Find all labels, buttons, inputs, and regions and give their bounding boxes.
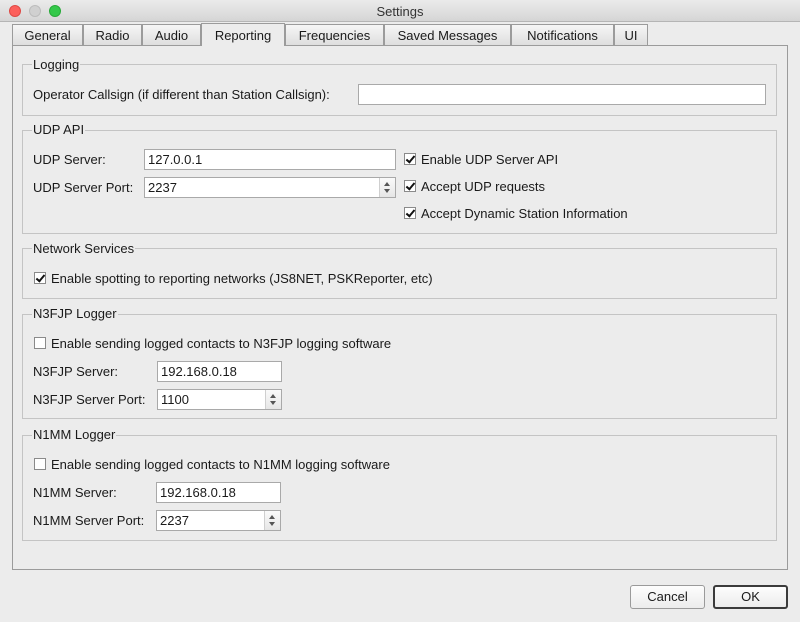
checkmark-icon [35,272,46,283]
n3fjp-server-port-spinbox[interactable]: 1100 [157,389,282,410]
enable-n1mm-label[interactable]: Enable sending logged contacts to N1MM l… [51,457,390,472]
window-title: Settings [376,4,424,19]
n3fjp-server-port-value: 1100 [161,392,189,407]
enable-udp-server-label[interactable]: Enable UDP Server API [421,152,558,167]
accept-dynamic-station-checkbox[interactable] [404,207,416,219]
n1mm-server-input[interactable]: 192.168.0.18 [156,482,281,503]
n3fjp-server-input[interactable]: 192.168.0.18 [157,361,282,382]
title-bar: Settings [0,0,800,22]
n1mm-server-port-spinbox[interactable]: 2237 [156,510,281,531]
spin-up-icon [270,394,276,398]
n1mm-logger-group-title: N1MM Logger [32,427,117,442]
tab-radio[interactable]: Radio [83,24,142,45]
spin-down-icon [270,401,276,405]
enable-spotting-label[interactable]: Enable spotting to reporting networks (J… [51,271,433,286]
n1mm-server-label: N1MM Server: [33,485,117,500]
tab-notifications[interactable]: Notifications [511,24,614,45]
tab-frequencies[interactable]: Frequencies [285,24,384,45]
tab-ui[interactable]: UI [614,24,648,45]
udp-server-input[interactable]: 127.0.0.1 [144,149,396,170]
checkmark-icon [405,180,416,191]
enable-n3fjp-checkbox[interactable] [34,337,46,349]
checkmark-icon [405,207,416,218]
tab-general[interactable]: General [12,24,83,45]
logging-group-title: Logging [32,57,81,72]
enable-udp-server-checkbox[interactable] [404,153,416,165]
n1mm-server-port-value: 2237 [160,513,189,528]
accept-udp-requests-checkbox[interactable] [404,180,416,192]
n1mm-server-port-label: N1MM Server Port: [33,513,145,528]
spin-down-icon [269,522,275,526]
n3fjp-server-label: N3FJP Server: [33,364,119,379]
tab-saved-messages[interactable]: Saved Messages [384,24,511,45]
spin-up-icon [269,515,275,519]
udp-server-label: UDP Server: [33,152,106,167]
cancel-button[interactable]: Cancel [630,585,705,609]
operator-callsign-label: Operator Callsign (if different than Sta… [33,87,330,102]
enable-n3fjp-label[interactable]: Enable sending logged contacts to N3FJP … [51,336,391,351]
spin-down-icon [384,189,390,193]
accept-udp-requests-label[interactable]: Accept UDP requests [421,179,545,194]
ok-button[interactable]: OK [713,585,788,609]
tab-reporting[interactable]: Reporting [201,23,285,46]
n3fjp-logger-group-title: N3FJP Logger [32,306,118,321]
network-services-group-title: Network Services [32,241,136,256]
udp-api-group [22,130,777,234]
checkmark-icon [405,153,416,164]
enable-spotting-checkbox[interactable] [34,272,46,284]
accept-dynamic-station-label[interactable]: Accept Dynamic Station Information [421,206,628,221]
udp-api-group-title: UDP API [32,122,86,137]
spin-up-icon [384,182,390,186]
n3fjp-server-port-label: N3FJP Server Port: [33,392,146,407]
tab-audio[interactable]: Audio [142,24,201,45]
udp-server-port-value: 2237 [148,180,177,195]
spin-arrows[interactable] [264,511,280,530]
operator-callsign-input[interactable] [358,84,766,105]
udp-server-port-spinbox[interactable]: 2237 [144,177,396,198]
enable-n1mm-checkbox[interactable] [34,458,46,470]
spin-arrows[interactable] [265,390,281,409]
udp-server-port-label: UDP Server Port: [33,180,134,195]
spin-arrows[interactable] [379,178,395,197]
